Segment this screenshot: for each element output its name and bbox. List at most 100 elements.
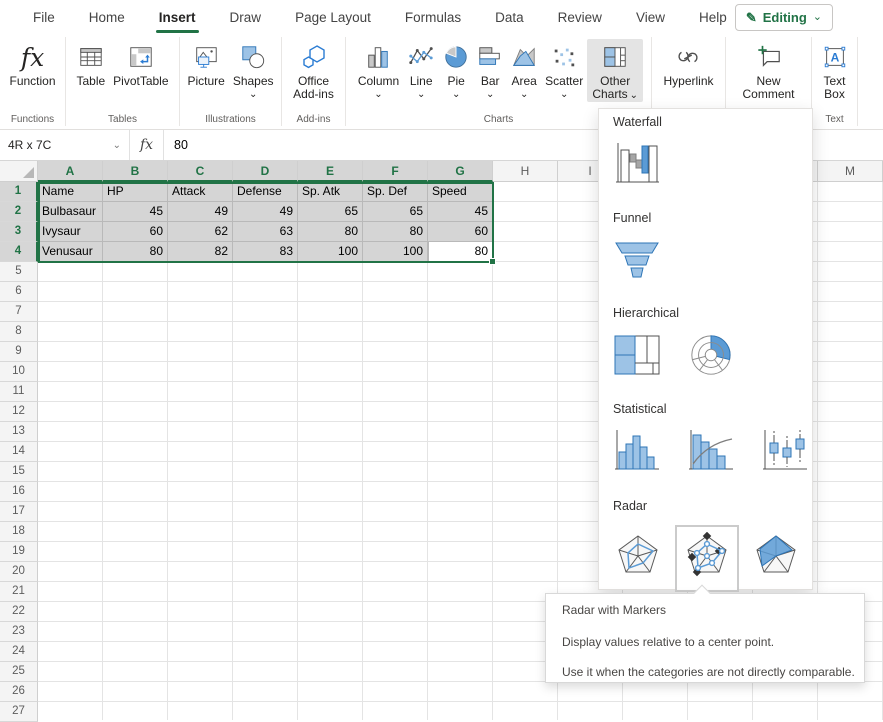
- column-header-G[interactable]: G: [428, 161, 493, 182]
- picture-button[interactable]: Picture: [183, 39, 228, 88]
- cell-A4[interactable]: Venusaur: [38, 242, 103, 262]
- radar-markers-chart-option[interactable]: [675, 525, 739, 592]
- column-header-D[interactable]: D: [233, 161, 298, 182]
- row-header-15[interactable]: 15: [0, 462, 38, 482]
- row-header-12[interactable]: 12: [0, 402, 38, 422]
- row-header-26[interactable]: 26: [0, 682, 38, 702]
- cell-G4[interactable]: 80: [428, 242, 493, 262]
- row-header-11[interactable]: 11: [0, 382, 38, 402]
- cell-E2[interactable]: 65: [298, 202, 363, 222]
- line-chart-button[interactable]: Line ⌄: [403, 39, 439, 99]
- column-header-F[interactable]: F: [363, 161, 428, 182]
- waterfall-chart-option[interactable]: [613, 141, 661, 190]
- cell-A3[interactable]: Ivysaur: [38, 222, 103, 242]
- row-header-1[interactable]: 1: [0, 182, 38, 202]
- row-header-25[interactable]: 25: [0, 662, 38, 682]
- cell-C3[interactable]: 62: [168, 222, 233, 242]
- pareto-chart-option[interactable]: [687, 428, 735, 477]
- tab-help[interactable]: Help: [686, 0, 740, 35]
- cell-E1[interactable]: Sp. Atk: [298, 182, 363, 202]
- cell-G3[interactable]: 60: [428, 222, 493, 242]
- cell-C2[interactable]: 49: [168, 202, 233, 222]
- cell-D1[interactable]: Defense: [233, 182, 298, 202]
- row-header-14[interactable]: 14: [0, 442, 38, 462]
- cell-B4[interactable]: 80: [103, 242, 168, 262]
- tab-formulas[interactable]: Formulas: [392, 0, 474, 35]
- tab-page-layout[interactable]: Page Layout: [282, 0, 384, 35]
- cell-B3[interactable]: 60: [103, 222, 168, 242]
- other-charts-button[interactable]: Other Charts⌄: [587, 39, 643, 102]
- histogram-chart-option[interactable]: [613, 428, 661, 477]
- scatter-chart-button[interactable]: Scatter ⌄: [541, 39, 587, 99]
- row-header-5[interactable]: 5: [0, 262, 38, 282]
- cell-A2[interactable]: Bulbasaur: [38, 202, 103, 222]
- cell-D3[interactable]: 63: [233, 222, 298, 242]
- area-chart-button[interactable]: Area ⌄: [507, 39, 541, 99]
- funnel-chart-option[interactable]: [613, 237, 661, 286]
- cell-F1[interactable]: Sp. Def: [363, 182, 428, 202]
- cell-C4[interactable]: 82: [168, 242, 233, 262]
- tab-draw[interactable]: Draw: [217, 0, 275, 35]
- tab-file[interactable]: File: [20, 0, 68, 35]
- row-header-2[interactable]: 2: [0, 202, 38, 222]
- row-header-23[interactable]: 23: [0, 622, 38, 642]
- pivottable-button[interactable]: PivotTable: [109, 39, 172, 88]
- bar-chart-button[interactable]: Bar ⌄: [473, 39, 507, 99]
- cell-A1[interactable]: Name: [38, 182, 103, 202]
- cell-C1[interactable]: Attack: [168, 182, 233, 202]
- pie-chart-button[interactable]: Pie ⌄: [439, 39, 473, 99]
- row-header-13[interactable]: 13: [0, 422, 38, 442]
- tab-data[interactable]: Data: [482, 0, 537, 35]
- shapes-button[interactable]: Shapes ⌄: [229, 39, 278, 99]
- cell-F3[interactable]: 80: [363, 222, 428, 242]
- hyperlink-button[interactable]: Hyperlink: [659, 39, 717, 88]
- function-button[interactable]: fx Function: [5, 39, 59, 88]
- column-header-B[interactable]: B: [103, 161, 168, 182]
- office-addins-button[interactable]: Office Add-ins: [285, 39, 343, 101]
- row-header-24[interactable]: 24: [0, 642, 38, 662]
- row-header-10[interactable]: 10: [0, 362, 38, 382]
- cell-D4[interactable]: 83: [233, 242, 298, 262]
- column-header-M[interactable]: M: [818, 161, 883, 182]
- treemap-chart-option[interactable]: [613, 333, 661, 382]
- cell-F2[interactable]: 65: [363, 202, 428, 222]
- row-header-6[interactable]: 6: [0, 282, 38, 302]
- filled-radar-chart-option[interactable]: [751, 532, 801, 585]
- cell-G1[interactable]: Speed: [428, 182, 493, 202]
- cell-D2[interactable]: 49: [233, 202, 298, 222]
- column-header-A[interactable]: A: [38, 161, 103, 182]
- column-header-E[interactable]: E: [298, 161, 363, 182]
- row-header-21[interactable]: 21: [0, 582, 38, 602]
- text-box-button[interactable]: A Text Box: [814, 39, 856, 101]
- tab-view[interactable]: View: [623, 0, 678, 35]
- cell-G2[interactable]: 45: [428, 202, 493, 222]
- box-whisker-chart-option[interactable]: [761, 428, 809, 477]
- cell-E4[interactable]: 100: [298, 242, 363, 262]
- new-comment-button[interactable]: New Comment: [735, 39, 803, 101]
- row-header-19[interactable]: 19: [0, 542, 38, 562]
- row-header-22[interactable]: 22: [0, 602, 38, 622]
- row-header-3[interactable]: 3: [0, 222, 38, 242]
- column-header-C[interactable]: C: [168, 161, 233, 182]
- radar-chart-option[interactable]: [613, 532, 663, 585]
- row-header-16[interactable]: 16: [0, 482, 38, 502]
- table-button[interactable]: Table: [72, 39, 109, 88]
- row-header-17[interactable]: 17: [0, 502, 38, 522]
- row-header-4[interactable]: 4: [0, 242, 38, 262]
- tab-insert[interactable]: Insert: [146, 0, 209, 35]
- row-header-7[interactable]: 7: [0, 302, 38, 322]
- tab-home[interactable]: Home: [76, 0, 138, 35]
- cell-B2[interactable]: 45: [103, 202, 168, 222]
- select-all-corner[interactable]: [0, 161, 38, 182]
- row-header-8[interactable]: 8: [0, 322, 38, 342]
- tab-review[interactable]: Review: [545, 0, 615, 35]
- row-header-9[interactable]: 9: [0, 342, 38, 362]
- name-box[interactable]: 4R x 7C ⌄: [0, 130, 130, 160]
- cell-B1[interactable]: HP: [103, 182, 168, 202]
- cell-E3[interactable]: 80: [298, 222, 363, 242]
- row-header-20[interactable]: 20: [0, 562, 38, 582]
- column-header-H[interactable]: H: [493, 161, 558, 182]
- cell-F4[interactable]: 100: [363, 242, 428, 262]
- sunburst-chart-option[interactable]: [687, 332, 735, 383]
- insert-function-button[interactable]: fx: [130, 130, 164, 160]
